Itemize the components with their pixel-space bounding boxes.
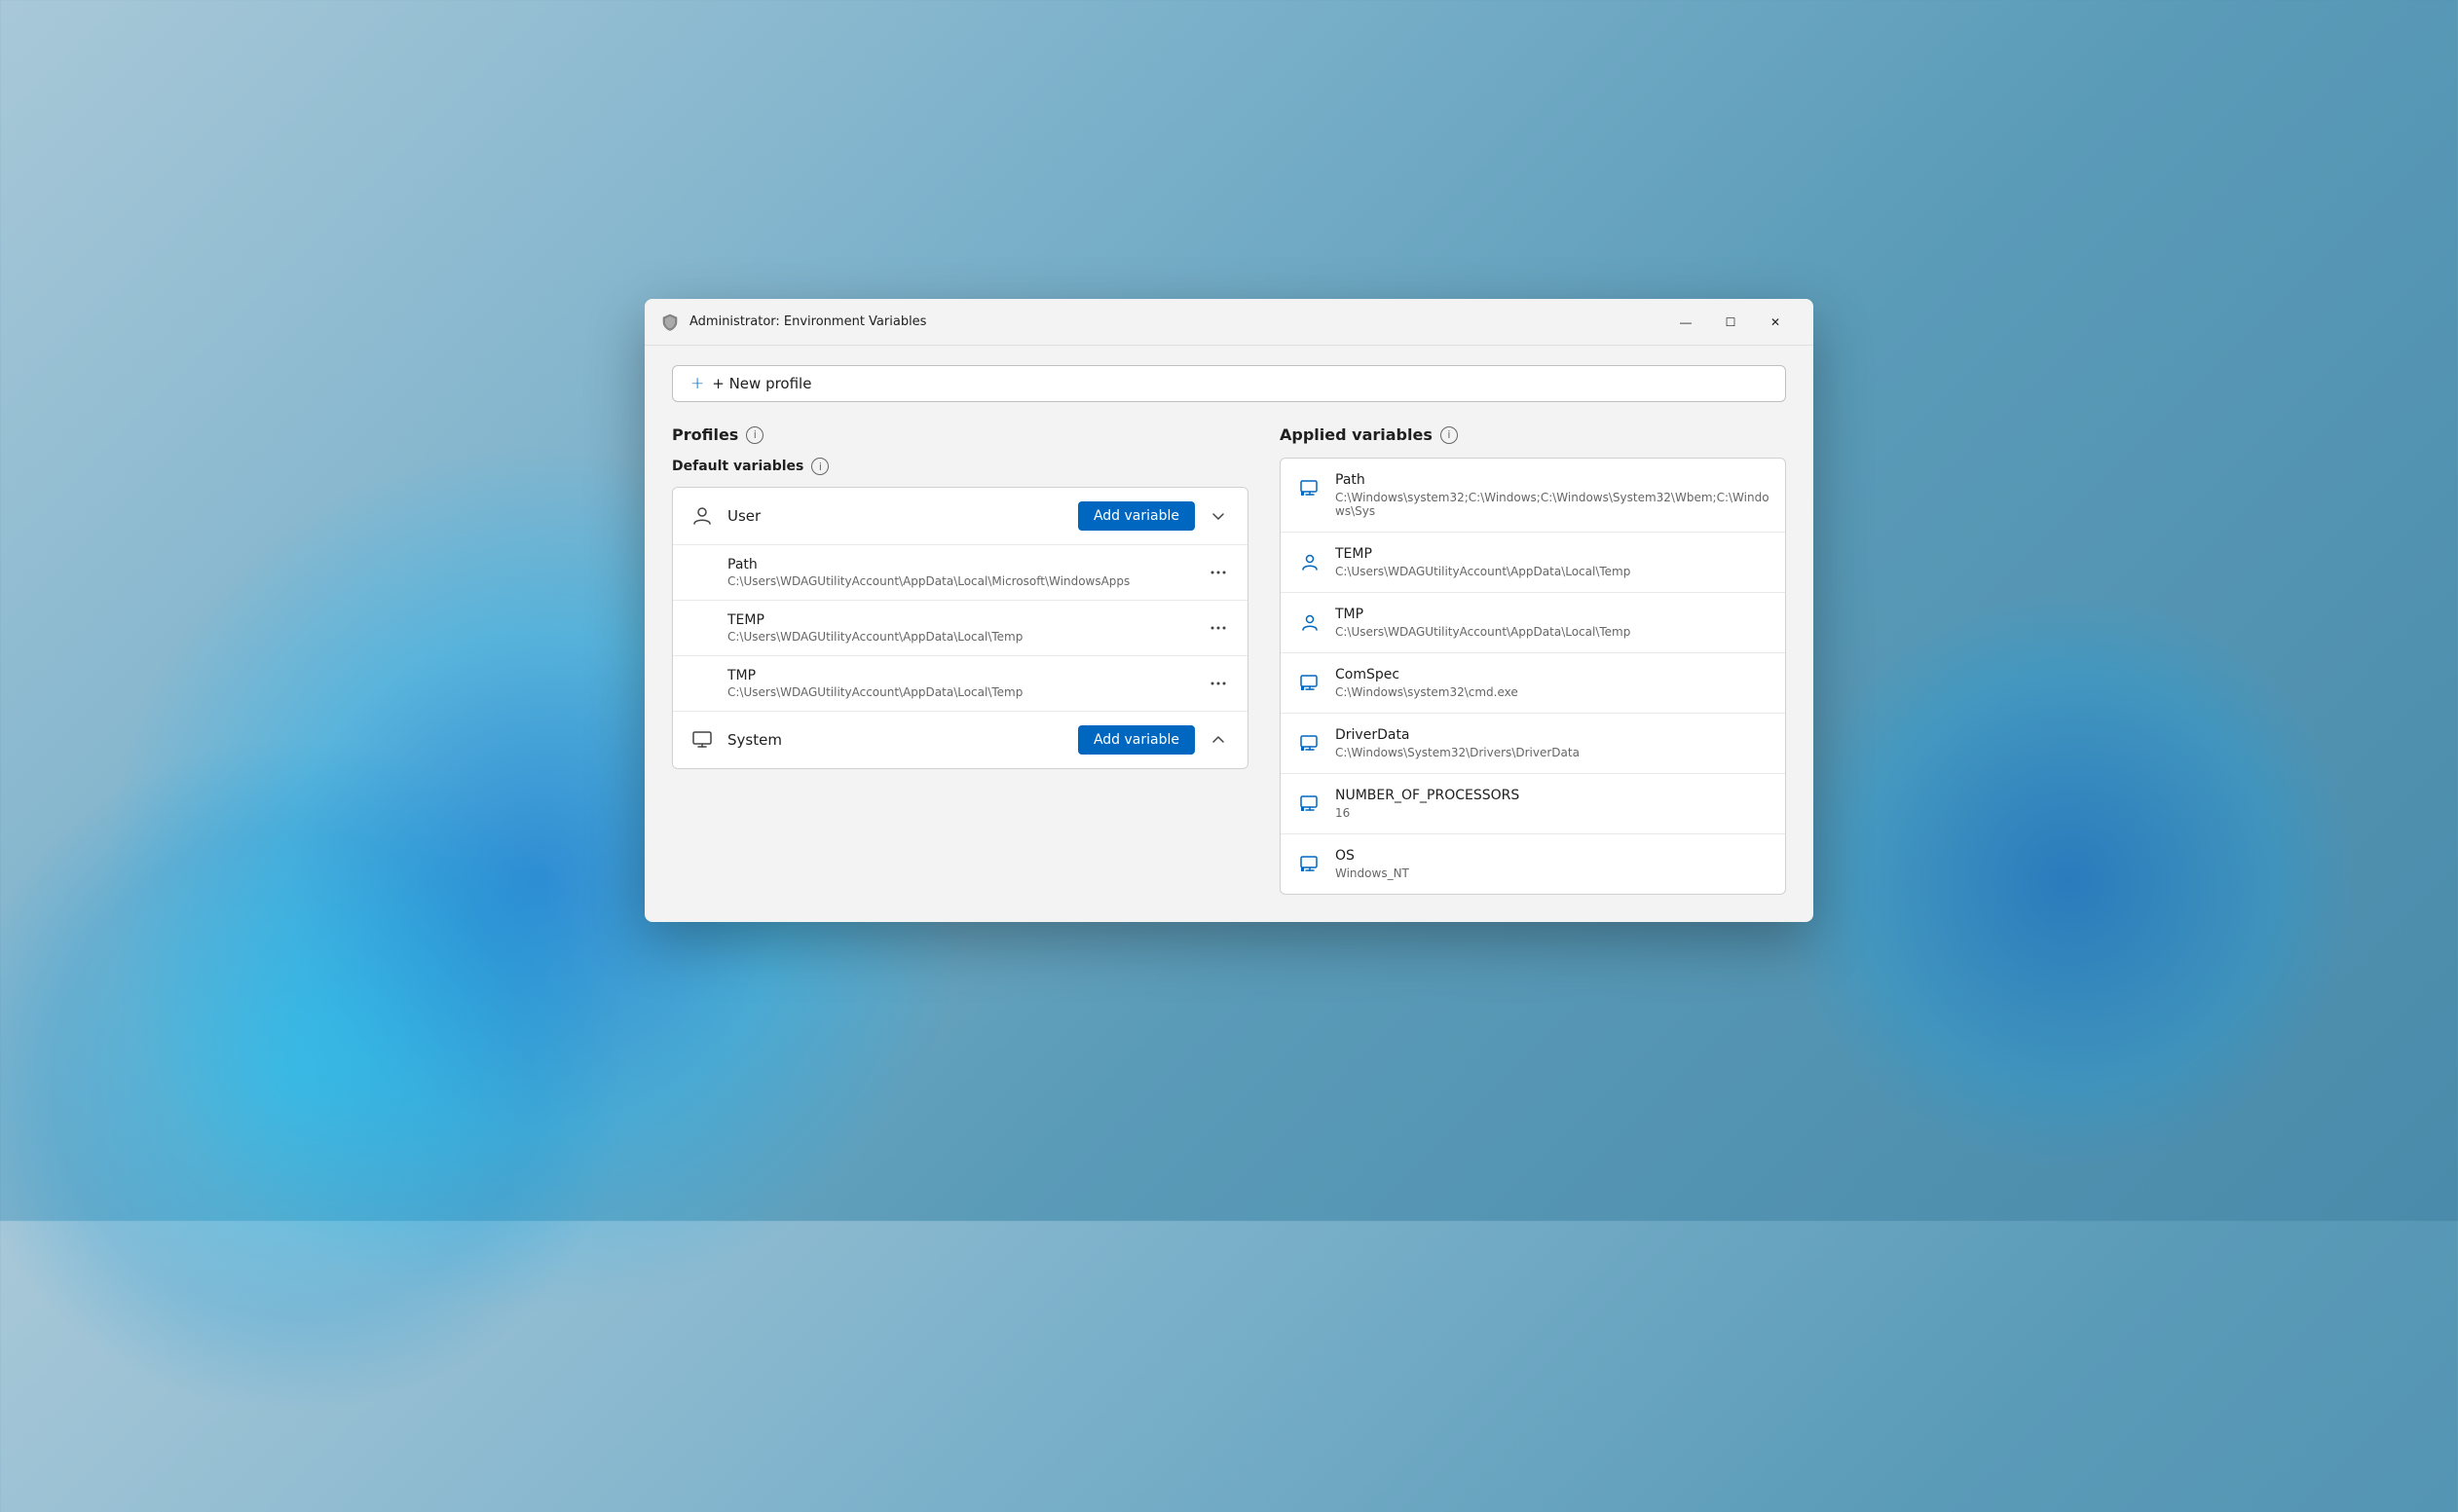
minimize-button[interactable]: — [1663,307,1708,338]
list-item: TEMP C:\Users\WDAGUtilityAccount\AppData… [1281,533,1785,593]
applied-system-icon-3 [1296,729,1323,756]
applied-system-icon-2 [1296,669,1323,696]
new-profile-label: + New profile [712,375,811,392]
variables-container: User Add variable Path C:\Users\WDAGUtil [672,487,1248,769]
app-icon [660,313,680,332]
system-category-label: System [727,731,1078,749]
window-body: + + New profile Profiles i Default varia… [645,346,1813,922]
right-panel: Applied variables i [1280,425,1786,895]
profiles-section-header: Profiles i [672,425,1248,444]
user-icon [689,502,716,530]
applied-item-value: C:\Windows\system32;C:\Windows;C:\Window… [1335,491,1769,518]
variable-value: C:\Users\WDAGUtilityAccount\AppData\Loca… [727,574,1205,588]
applied-item-value: Windows_NT [1335,867,1769,880]
main-window: Administrator: Environment Variables — ☐… [645,299,1813,922]
user-chevron-button[interactable] [1205,502,1232,530]
applied-item-info: NUMBER_OF_PROCESSORS 16 [1335,788,1769,820]
system-add-variable-button[interactable]: Add variable [1078,725,1195,755]
list-item: OS Windows_NT [1281,834,1785,894]
applied-system-icon-4 [1296,790,1323,817]
applied-system-icon [1296,474,1323,501]
table-row: Path C:\Users\WDAGUtilityAccount\AppData… [673,545,1248,601]
applied-item-value: C:\Windows\system32\cmd.exe [1335,685,1769,699]
applied-item-value: 16 [1335,806,1769,820]
list-item: NUMBER_OF_PROCESSORS 16 [1281,774,1785,834]
main-content: Profiles i Default variables i [672,425,1786,895]
profiles-title: Profiles [672,425,738,444]
applied-variables-info-icon[interactable]: i [1440,426,1458,444]
bloom-decoration-3 [1776,588,2361,1172]
title-bar: Administrator: Environment Variables — ☐… [645,299,1813,346]
profiles-info-icon[interactable]: i [746,426,763,444]
bloom-decoration-2 [0,638,729,1511]
applied-item-name: TMP [1335,607,1769,622]
applied-item-name: DriverData [1335,727,1769,743]
variable-name: TEMP [727,612,1205,628]
applied-item-info: TMP C:\Users\WDAGUtilityAccount\AppData\… [1335,607,1769,639]
default-variables-title: Default variables [672,459,803,474]
applied-item-info: Path C:\Windows\system32;C:\Windows;C:\W… [1335,472,1769,518]
tmp-more-button[interactable] [1205,670,1232,697]
temp-more-button[interactable] [1205,614,1232,642]
variable-info: TMP C:\Users\WDAGUtilityAccount\AppData\… [727,668,1205,699]
table-row: TEMP C:\Users\WDAGUtilityAccount\AppData… [673,601,1248,656]
new-profile-button[interactable]: + + New profile [672,365,1786,402]
system-category-row: System Add variable [673,712,1248,768]
list-item: ComSpec C:\Windows\system32\cmd.exe [1281,653,1785,714]
applied-item-name: OS [1335,848,1769,864]
applied-system-icon-5 [1296,850,1323,877]
variable-name: TMP [727,668,1205,683]
close-button[interactable]: ✕ [1753,307,1798,338]
applied-variables-panel: Path C:\Windows\system32;C:\Windows;C:\W… [1280,458,1786,895]
applied-item-value: C:\Windows\System32\Drivers\DriverData [1335,746,1769,759]
applied-item-value: C:\Users\WDAGUtilityAccount\AppData\Loca… [1335,625,1769,639]
applied-variables-header: Applied variables i [1280,425,1786,444]
system-icon [689,726,716,754]
variable-name: Path [727,557,1205,572]
applied-item-info: ComSpec C:\Windows\system32\cmd.exe [1335,667,1769,699]
applied-item-info: DriverData C:\Windows\System32\Drivers\D… [1335,727,1769,759]
applied-user-icon [1296,548,1323,575]
table-row: TMP C:\Users\WDAGUtilityAccount\AppData\… [673,656,1248,712]
variable-value: C:\Users\WDAGUtilityAccount\AppData\Loca… [727,630,1205,644]
user-category-row: User Add variable [673,488,1248,545]
left-panel: Profiles i Default variables i [672,425,1248,895]
plus-icon: + [690,374,704,393]
applied-item-value: C:\Users\WDAGUtilityAccount\AppData\Loca… [1335,565,1769,578]
variable-info: Path C:\Users\WDAGUtilityAccount\AppData… [727,557,1205,588]
applied-item-name: ComSpec [1335,667,1769,682]
applied-variables-title: Applied variables [1280,425,1433,444]
default-variables-info-icon[interactable]: i [811,458,829,475]
user-category-label: User [727,507,1078,525]
variable-value: C:\Users\WDAGUtilityAccount\AppData\Loca… [727,685,1205,699]
default-variables-header: Default variables i [672,458,1248,475]
applied-user-icon-2 [1296,608,1323,636]
list-item: Path C:\Windows\system32;C:\Windows;C:\W… [1281,459,1785,533]
applied-item-name: Path [1335,472,1769,488]
variable-info: TEMP C:\Users\WDAGUtilityAccount\AppData… [727,612,1205,644]
window-title: Administrator: Environment Variables [689,314,1663,329]
path-more-button[interactable] [1205,559,1232,586]
maximize-button[interactable]: ☐ [1708,307,1753,338]
system-chevron-button[interactable] [1205,726,1232,754]
applied-item-info: TEMP C:\Users\WDAGUtilityAccount\AppData… [1335,546,1769,578]
applied-item-name: NUMBER_OF_PROCESSORS [1335,788,1769,803]
list-item: TMP C:\Users\WDAGUtilityAccount\AppData\… [1281,593,1785,653]
applied-item-name: TEMP [1335,546,1769,562]
user-add-variable-button[interactable]: Add variable [1078,501,1195,531]
applied-item-info: OS Windows_NT [1335,848,1769,880]
title-bar-controls: — ☐ ✕ [1663,307,1798,338]
list-item: DriverData C:\Windows\System32\Drivers\D… [1281,714,1785,774]
